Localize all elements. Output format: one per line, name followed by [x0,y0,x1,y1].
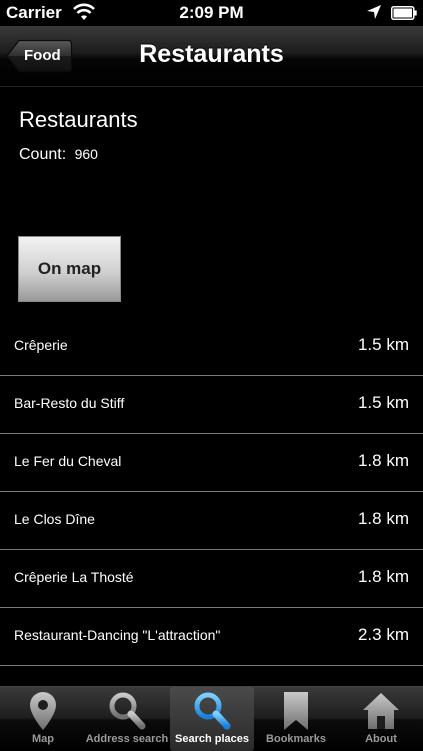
restaurant-distance: 2.3 km [357,625,409,644]
tab-bar: Map Address search Search places Bookmar… [0,686,423,751]
count-value: 960 [74,146,98,162]
count-label: Count: [19,146,67,163]
tab-address-search[interactable]: Address search [85,687,169,751]
location-arrow-icon [367,5,381,19]
section-title: Restaurants [19,107,138,132]
restaurant-name: Crêperie La Thosté [14,569,134,585]
restaurant-name: Le Fer du Cheval [14,453,122,469]
list-item[interactable]: Crêperie 1.5 km [0,318,423,376]
tab-label: Bookmarks [266,733,326,745]
map-pin-icon [30,692,56,730]
restaurant-name: Crêperie [14,337,68,353]
list-item[interactable]: Crêperie La Thosté 1.8 km [0,550,423,608]
restaurant-distance: 1.5 km [357,335,409,354]
on-map-button[interactable]: On map [18,236,121,302]
tab-search-places[interactable]: Search places [170,687,254,751]
restaurant-distance: 1.8 km [357,509,409,528]
bookmark-icon [284,692,308,730]
restaurant-list: Crêperie 1.5 km Bar-Resto du Stiff 1.5 k… [0,318,423,666]
tab-about[interactable]: About [339,687,423,751]
tab-label: Address search [85,733,169,745]
tab-label: About [365,733,397,745]
restaurant-distance: 1.8 km [357,451,409,470]
list-item[interactable]: Restaurant-Dancing "L'attraction" 2.3 km [0,608,423,666]
restaurant-name: Le Clos Dîne [14,511,95,527]
count-row: Count: 960 [19,146,98,164]
list-item[interactable]: Bar-Resto du Stiff 1.5 km [0,376,423,434]
tab-map[interactable]: Map [1,687,85,751]
tab-label: Search places [175,733,249,745]
list-item[interactable]: Le Clos Dîne 1.8 km [0,492,423,550]
restaurant-distance: 1.5 km [357,393,409,412]
status-bar: Carrier 2:09 PM [0,0,423,26]
list-item[interactable]: Le Fer du Cheval 1.8 km [0,434,423,492]
page-title: Restaurants [139,40,284,68]
magnifier-icon [194,692,231,730]
restaurant-name: Bar-Resto du Stiff [14,395,125,411]
battery-icon [391,6,417,20]
house-icon [363,693,399,729]
restaurant-name: Restaurant-Dancing "L'attraction" [14,627,221,643]
navigation-bar: Food Restaurants [0,26,423,87]
status-time: 2:09 PM [179,3,244,22]
restaurant-distance: 1.8 km [357,567,409,586]
tab-label: Map [32,733,54,745]
magnifier-icon [109,692,146,730]
tab-bookmarks[interactable]: Bookmarks [254,687,338,751]
